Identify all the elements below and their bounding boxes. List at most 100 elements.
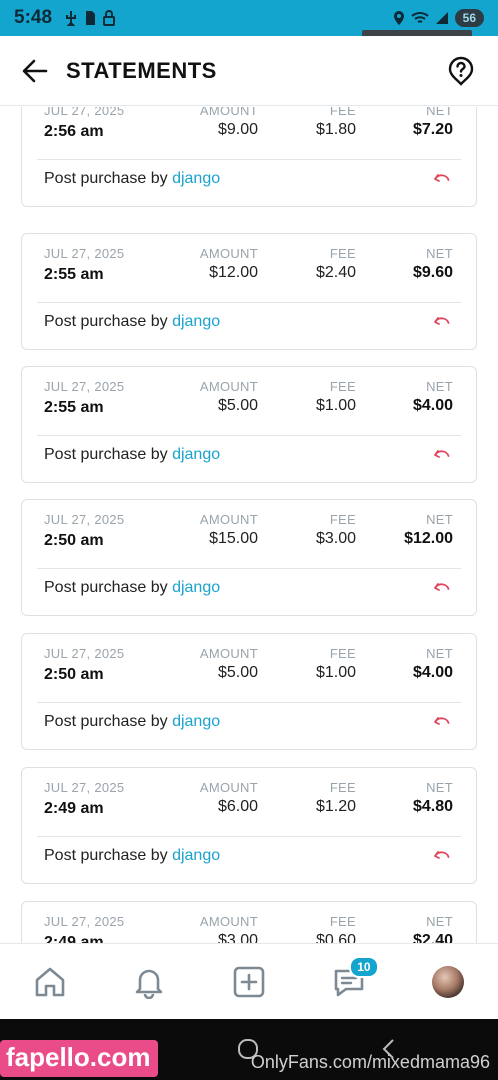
amount-label: AMOUNT <box>199 246 258 261</box>
statement-summary: JUL 27, 2025 2:50 am AMOUNT $5.00 FEE $1.00 NE… <box>22 634 476 702</box>
refund-icon[interactable] <box>432 578 452 598</box>
statement-date: JUL 27, 2025 <box>44 512 125 527</box>
statement-card: JUL 27, 2025 2:49 am AMOUNT $6.00 FEE $1.20 NE… <box>21 767 477 884</box>
fee-label: FEE <box>329 246 356 261</box>
statement-card: JUL 27, 2025 2:56 am AMOUNT $9.00 FEE $1.80 NE… <box>21 107 477 207</box>
net-value: $7.20 <box>412 121 453 138</box>
net-label: NET <box>426 512 453 527</box>
fee-label: FEE <box>329 646 356 661</box>
fee-value: $1.80 <box>315 121 356 138</box>
user-link[interactable]: django <box>172 579 220 596</box>
refund-icon[interactable] <box>432 312 452 332</box>
statement-summary: JUL 27, 2025 2:56 am AMOUNT $9.00 FEE $1.80 NE… <box>22 107 476 159</box>
statements-list[interactable]: JUL 27, 2025 2:56 am AMOUNT $9.00 FEE $1.80 NE… <box>0 107 498 943</box>
back-button[interactable] <box>20 56 50 86</box>
net-label: NET <box>426 914 453 929</box>
purchase-prefix: Post purchase by <box>44 713 173 730</box>
statement-description: Post purchase by django <box>44 847 220 865</box>
statement-date: JUL 27, 2025 <box>44 646 125 661</box>
user-link[interactable]: django <box>172 313 220 330</box>
watermark-onlyfans: OnlyFans.com/mixedmama96 <box>250 1052 490 1072</box>
lock-icon <box>103 10 116 26</box>
nav-add-post[interactable] <box>227 960 271 1004</box>
refund-icon[interactable] <box>432 445 452 465</box>
user-link[interactable]: django <box>172 847 220 864</box>
status-left-icons <box>64 10 116 26</box>
help-icon <box>448 56 474 86</box>
status-time: 5:48 <box>14 7 53 28</box>
net-value: $4.80 <box>412 798 453 815</box>
avatar <box>432 965 465 998</box>
fee-value: $1.00 <box>315 664 356 681</box>
home-icon <box>35 967 65 996</box>
net-label: NET <box>426 780 453 795</box>
statement-time: 2:55 am <box>44 266 104 283</box>
net-label: NET <box>426 646 453 661</box>
fee-label: FEE <box>329 914 356 929</box>
amount-label: AMOUNT <box>199 107 258 118</box>
card-divider <box>37 702 461 703</box>
statement-summary: JUL 27, 2025 2:55 am AMOUNT $5.00 FEE $1.00 NE… <box>22 367 476 435</box>
refund-icon[interactable] <box>432 169 452 189</box>
statement-description: Post purchase by django <box>44 713 220 731</box>
purchase-prefix: Post purchase by <box>44 170 173 187</box>
amount-label: AMOUNT <box>199 512 258 527</box>
user-link[interactable]: django <box>172 170 220 187</box>
app-header: STATEMENTS <box>0 36 498 106</box>
statement-time: 2:55 am <box>44 399 104 416</box>
battery-indicator: 56 <box>454 9 484 27</box>
purchase-prefix: Post purchase by <box>44 313 173 330</box>
nav-messages[interactable]: 10 <box>327 955 379 1004</box>
net-value: $4.00 <box>412 664 453 681</box>
amount-value: $6.00 <box>217 798 258 815</box>
statement-description: Post purchase by django <box>44 170 220 188</box>
statement-date: JUL 27, 2025 <box>44 379 125 394</box>
card-divider <box>37 568 461 569</box>
help-button[interactable] <box>446 56 476 86</box>
statement-summary: JUL 27, 2025 2:49 am AMOUNT $3.00 FEE $0.60 NE… <box>22 902 476 943</box>
location-icon <box>393 11 404 25</box>
purchase-prefix: Post purchase by <box>44 847 173 864</box>
fee-value: $2.40 <box>315 264 356 281</box>
fee-value: $1.00 <box>315 397 356 414</box>
statement-card: JUL 27, 2025 2:49 am AMOUNT $3.00 FEE $0.60 NE… <box>21 901 477 943</box>
fee-value: $0.60 <box>315 932 356 943</box>
user-link[interactable]: django <box>172 446 220 463</box>
fee-label: FEE <box>329 379 356 394</box>
net-label: NET <box>426 379 453 394</box>
net-label: NET <box>426 246 453 261</box>
nav-profile[interactable] <box>426 960 470 1004</box>
nav-home[interactable] <box>28 960 72 1004</box>
watermark-fapello: fapello.com <box>0 1040 159 1077</box>
arrow-left-icon <box>22 59 48 82</box>
nav-notifications[interactable] <box>127 960 171 1004</box>
bottom-nav: 10 <box>0 943 498 1019</box>
amount-label: AMOUNT <box>199 914 258 929</box>
messages-badge: 10 <box>349 955 379 978</box>
usb-icon <box>66 11 77 26</box>
statement-time: 2:50 am <box>44 532 104 549</box>
statement-summary: JUL 27, 2025 2:50 am AMOUNT $15.00 FEE $3.00 N… <box>22 500 476 568</box>
wifi-icon <box>410 12 429 23</box>
amount-label: AMOUNT <box>199 780 258 795</box>
amount-value: $9.00 <box>217 121 258 138</box>
user-link[interactable]: django <box>172 713 220 730</box>
card-divider <box>37 159 461 160</box>
statement-card: JUL 27, 2025 2:50 am AMOUNT $5.00 FEE $1.00 NE… <box>21 633 477 750</box>
statement-card: JUL 27, 2025 2:55 am AMOUNT $12.00 FEE $2.40 N… <box>21 233 477 350</box>
status-right-icons: 56 <box>393 9 484 27</box>
statement-card: JUL 27, 2025 2:55 am AMOUNT $5.00 FEE $1.00 NE… <box>21 366 477 483</box>
refund-icon[interactable] <box>432 846 452 866</box>
sim-icon <box>86 11 96 25</box>
net-value: $2.40 <box>412 932 453 943</box>
fee-label: FEE <box>329 780 356 795</box>
purchase-prefix: Post purchase by <box>44 446 173 463</box>
statement-time: 2:49 am <box>44 800 104 817</box>
statement-time: 2:56 am <box>44 123 104 140</box>
amount-label: AMOUNT <box>199 646 258 661</box>
statement-description: Post purchase by django <box>44 313 220 331</box>
amount-value: $15.00 <box>209 530 258 547</box>
refund-icon[interactable] <box>432 712 452 732</box>
card-divider <box>37 435 461 436</box>
statement-time: 2:49 am <box>44 934 104 943</box>
